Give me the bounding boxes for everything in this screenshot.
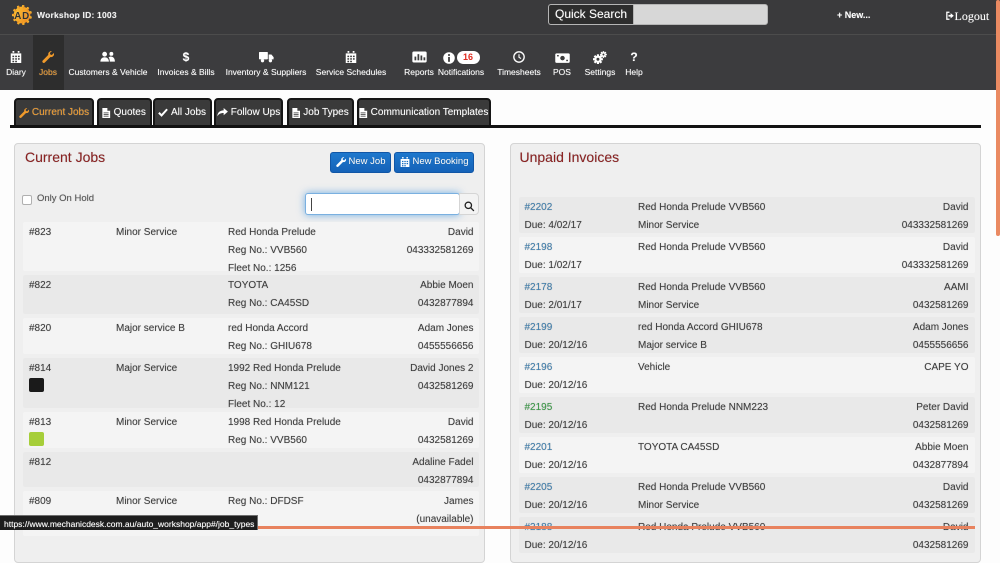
svg-text:A: A [14,11,21,22]
svg-text:D: D [22,11,29,22]
